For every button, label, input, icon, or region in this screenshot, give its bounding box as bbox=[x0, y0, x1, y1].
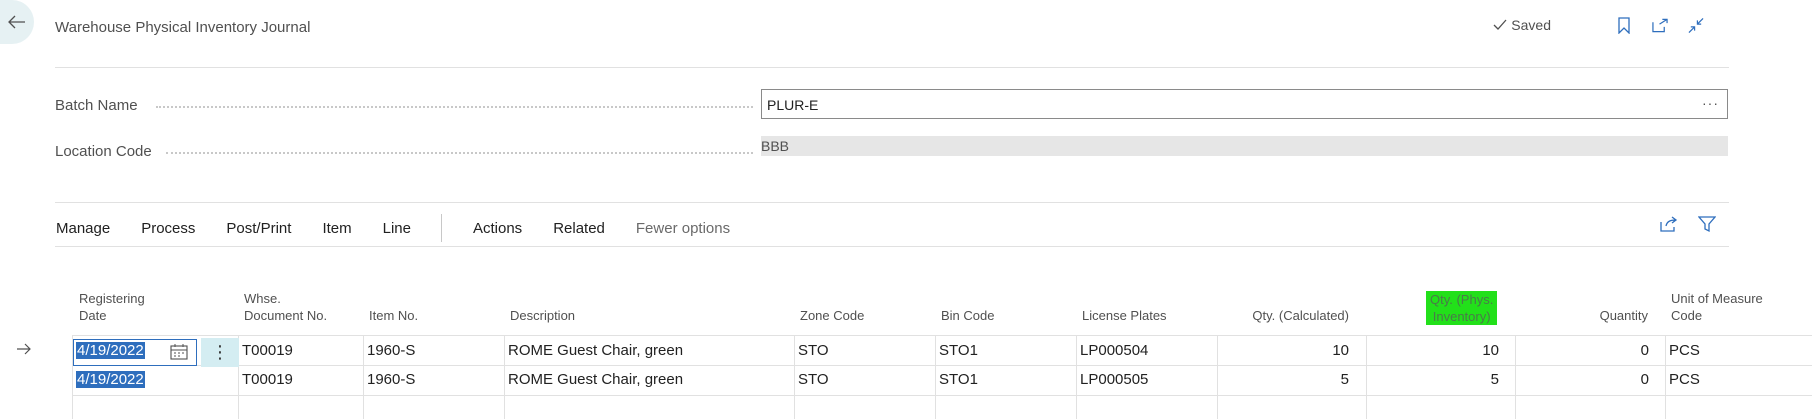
menu-actions[interactable]: Actions bbox=[473, 220, 522, 237]
col-line bbox=[935, 335, 936, 419]
date-selected-text: 4/19/2022 bbox=[76, 371, 145, 388]
table-row-2-qty-phys[interactable]: 5 bbox=[1491, 371, 1499, 388]
location-code-label: Location Code bbox=[55, 143, 152, 160]
table-row-2-date[interactable]: 4/19/2022 bbox=[76, 371, 145, 388]
menu-manage[interactable]: Manage bbox=[56, 220, 110, 237]
batch-name-value: PLUR-E bbox=[767, 97, 819, 113]
row-arrow-icon bbox=[16, 342, 32, 360]
open-new-window-icon[interactable] bbox=[1652, 17, 1668, 33]
page-title: Warehouse Physical Inventory Journal bbox=[55, 19, 311, 36]
col-header-license-plates[interactable]: License Plates bbox=[1082, 307, 1167, 324]
col-header-qty-phys-inventory[interactable]: Qty. (Phys. Inventory) bbox=[1426, 291, 1498, 325]
action-bar: Manage Process Post/Print Item Line Acti… bbox=[56, 214, 761, 242]
calendar-icon[interactable] bbox=[170, 344, 188, 365]
col-header-text: Registering Date bbox=[79, 291, 145, 323]
header-actions: Saved bbox=[1493, 16, 1704, 34]
batch-name-leader bbox=[156, 106, 753, 108]
col-header-text: Unit of Measure Code bbox=[1671, 291, 1763, 323]
saved-label: Saved bbox=[1511, 17, 1551, 33]
menu-related[interactable]: Related bbox=[553, 220, 605, 237]
batch-name-input[interactable]: PLUR-E ··· bbox=[761, 89, 1728, 119]
col-header-text: Whse. Document No. bbox=[244, 291, 328, 323]
fields-divider bbox=[55, 202, 1729, 203]
col-header-qty-calculated[interactable]: Qty. (Calculated) bbox=[1252, 307, 1349, 324]
bookmark-icon[interactable] bbox=[1616, 16, 1632, 34]
table-row-1-quantity[interactable]: 0 bbox=[1641, 342, 1649, 359]
col-header-item-no[interactable]: Item No. bbox=[369, 307, 418, 324]
collapse-icon[interactable] bbox=[1688, 17, 1704, 33]
header-divider bbox=[55, 67, 1729, 68]
col-header-zone-code[interactable]: Zone Code bbox=[800, 307, 864, 324]
col-line bbox=[1217, 335, 1218, 419]
action-bar-divider bbox=[55, 246, 1729, 247]
table-row-2-license[interactable]: LP000505 bbox=[1080, 371, 1148, 388]
location-code-value: BBB bbox=[761, 138, 790, 154]
col-line bbox=[363, 335, 364, 419]
location-code-field: BBB bbox=[761, 136, 1728, 156]
menu-line[interactable]: Line bbox=[383, 220, 411, 237]
col-line bbox=[1515, 335, 1516, 419]
row-menu-icon[interactable]: ⋮ bbox=[201, 338, 239, 367]
col-header-bin-code[interactable]: Bin Code bbox=[941, 307, 994, 324]
table-row-2-qty-calculated[interactable]: 5 bbox=[1341, 371, 1349, 388]
table-row-1-license[interactable]: LP000504 bbox=[1080, 342, 1148, 359]
journal-grid: Registering Date Whse. Document No. Item… bbox=[0, 285, 1812, 419]
col-header-description[interactable]: Description bbox=[510, 307, 575, 324]
batch-name-lookup-button[interactable]: ··· bbox=[1702, 95, 1719, 111]
row-divider bbox=[72, 365, 1812, 366]
table-row-1-qty-phys[interactable]: 10 bbox=[1482, 342, 1499, 359]
table-row-2-description[interactable]: ROME Guest Chair, green bbox=[508, 371, 683, 388]
col-header-unit-of-measure-code[interactable]: Unit of Measure Code bbox=[1671, 290, 1763, 324]
action-bar-icons bbox=[1640, 215, 1716, 233]
table-row-1-qty-calculated[interactable]: 10 bbox=[1332, 342, 1349, 359]
batch-name-label: Batch Name bbox=[55, 97, 138, 114]
action-separator bbox=[440, 214, 442, 242]
menu-post-print[interactable]: Post/Print bbox=[226, 220, 291, 237]
back-button[interactable] bbox=[0, 0, 34, 44]
date-selected-text: 4/19/2022 bbox=[76, 342, 145, 359]
col-line bbox=[1665, 335, 1666, 419]
col-line bbox=[794, 335, 795, 419]
table-row-1-description[interactable]: ROME Guest Chair, green bbox=[508, 342, 683, 359]
table-row-2-whse-doc[interactable]: T00019 bbox=[242, 371, 293, 388]
col-header-registering-date[interactable]: Registering Date bbox=[79, 290, 145, 324]
saved-status: Saved bbox=[1493, 17, 1551, 33]
col-line bbox=[1076, 335, 1077, 419]
col-header-whse-document-no[interactable]: Whse. Document No. bbox=[244, 290, 327, 324]
table-row-1-zone[interactable]: STO bbox=[798, 342, 829, 359]
menu-item[interactable]: Item bbox=[322, 220, 351, 237]
col-line bbox=[504, 335, 505, 419]
back-arrow-icon bbox=[8, 15, 25, 29]
menu-process[interactable]: Process bbox=[141, 220, 195, 237]
col-header-quantity[interactable]: Quantity bbox=[1600, 307, 1648, 324]
table-row-1-bin[interactable]: STO1 bbox=[939, 342, 978, 359]
table-row-2-quantity[interactable]: 0 bbox=[1641, 371, 1649, 388]
table-row-1-uom[interactable]: PCS bbox=[1669, 342, 1700, 359]
fewer-options-button[interactable]: Fewer options bbox=[636, 220, 730, 237]
location-code-leader bbox=[166, 152, 753, 154]
table-row-2-zone[interactable]: STO bbox=[798, 371, 829, 388]
table-row-1-date[interactable]: 4/19/2022 bbox=[76, 342, 145, 359]
filter-icon[interactable] bbox=[1698, 215, 1716, 233]
table-row-2-item-no[interactable]: 1960-S bbox=[367, 371, 415, 388]
table-row-1-item-no[interactable]: 1960-S bbox=[367, 342, 415, 359]
row-divider bbox=[72, 395, 1812, 396]
row-divider bbox=[72, 335, 1812, 336]
share-icon[interactable] bbox=[1660, 215, 1678, 233]
checkmark-icon bbox=[1493, 19, 1507, 30]
col-line bbox=[1366, 335, 1367, 419]
table-row-2-uom[interactable]: PCS bbox=[1669, 371, 1700, 388]
table-row-2-bin[interactable]: STO1 bbox=[939, 371, 978, 388]
col-header-text: Qty. (Phys. Inventory) bbox=[1426, 291, 1498, 325]
table-row-1-whse-doc[interactable]: T00019 bbox=[242, 342, 293, 359]
